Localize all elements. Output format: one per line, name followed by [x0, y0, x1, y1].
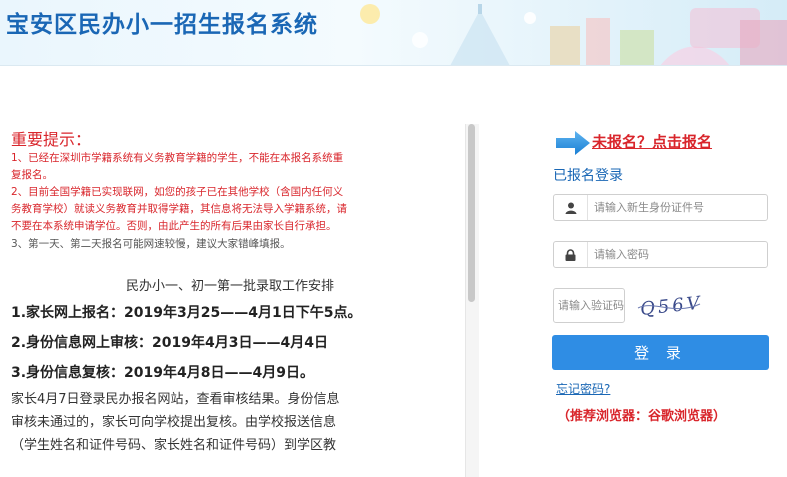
notice-title: 重要提示： [11, 130, 92, 149]
step-1: 1.家长网上报名：2019年3月25——4月1日下午5点。 [11, 305, 362, 321]
scrollbar-thumb[interactable] [468, 124, 475, 302]
register-link[interactable]: 未报名？点击报名 [592, 131, 712, 152]
password-field[interactable] [553, 241, 768, 268]
logged-in-label: 已报名登录 [553, 168, 623, 184]
login-button[interactable]: 登 录 [552, 335, 769, 370]
notice-item-2-line-3: 不要在本系统申请学位。否则，由此产生的所有后果由家长自行承担。 [11, 220, 337, 232]
arrangement-title: 民办小一、初一第一批录取工作安排 [125, 279, 334, 294]
id-number-field[interactable] [553, 194, 768, 221]
arrangement-paragraph: 家长4月7日登录民办报名网站，查看审核结果。身份信息 审核未通过的，家长可向学校… [11, 388, 406, 457]
password-input[interactable] [588, 242, 767, 267]
paragraph-line-3: （学生姓名和证件号码、家长姓名和证件号码）到学区教 [11, 438, 337, 453]
notice-item-3: 3、第一天、第二天报名可能网速较慢，建议大家错峰填报。 [11, 238, 291, 250]
header-banner: 宝安区民办小一招生报名系统 [0, 0, 787, 66]
lock-icon [554, 242, 588, 267]
captcha-image[interactable]: Q56V [634, 290, 704, 320]
paragraph-line-1: 家长4月7日登录民办报名网站，查看审核结果。身份信息 [11, 392, 340, 407]
notice-item-2: 2、目前全国学籍已实现联网，如您的孩子已在其他学校（含国内任何义 务教育学校）就… [11, 184, 396, 235]
notice-item-1-line-1: 1、已经在深圳市学籍系统有义务教育学籍的学生，不能在本报名系统重 [11, 152, 344, 164]
id-number-input[interactable] [588, 195, 767, 220]
notice-item-1: 1、已经在深圳市学籍系统有义务教育学籍的学生，不能在本报名系统重 复报名。 [11, 150, 396, 184]
forgot-password-link[interactable]: 忘记密码? [556, 380, 610, 397]
user-icon [554, 195, 588, 220]
step-2: 2.身份信息网上审核：2019年4月3日——4月4日 [11, 335, 328, 351]
banner-decoration [360, 4, 787, 65]
notice-item-2-line-1: 2、目前全国学籍已实现联网，如您的孩子已在其他学校（含国内任何义 [11, 186, 344, 198]
captcha-input[interactable] [553, 288, 625, 323]
browser-recommendation: （推荐浏览器：谷歌浏览器） [557, 409, 727, 424]
notice-item-1-line-2: 复报名。 [11, 169, 53, 181]
paragraph-line-2: 审核未通过的，家长可向学校提出复核。由学校报送信息 [11, 415, 337, 430]
page-title: 宝安区民办小一招生报名系统 [6, 12, 318, 38]
notice-item-2-line-2: 务教育学校）就读义务教育并取得学籍，其信息将无法导入学籍系统，请 [11, 203, 347, 215]
arrow-right-icon [556, 131, 590, 155]
step-3: 3.身份信息复核：2019年4月8日——4月9日。 [11, 365, 314, 381]
